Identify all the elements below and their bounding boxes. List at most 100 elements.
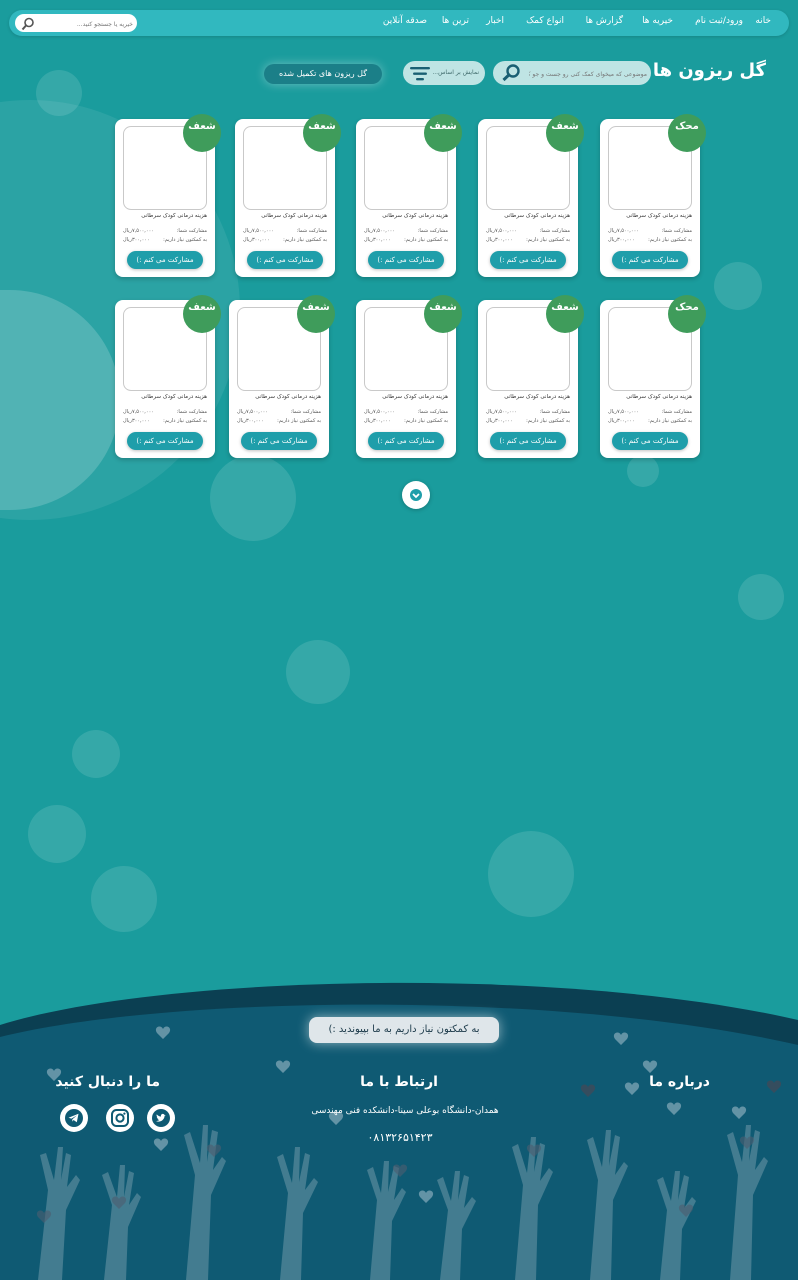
bubble xyxy=(488,831,574,917)
contribution-row: مشارکت شما: ۷,۵۰۰,۰۰۰ریال xyxy=(364,228,448,235)
contribution-value: ۷,۵۰۰,۰۰۰ریال xyxy=(608,409,639,415)
campaign-title: هزینه درمانی کودک سرطانی xyxy=(626,213,692,219)
nav-item-help-types[interactable]: انواع کمک xyxy=(526,16,564,26)
donate-button[interactable]: مشارکت می کنم :) xyxy=(127,251,203,269)
nav-item-reports[interactable]: گزارش ها xyxy=(586,16,623,26)
main-search[interactable] xyxy=(493,61,651,85)
bubble xyxy=(28,805,86,863)
contribution-row: مشارکت شما: ۷,۵۰۰,۰۰۰ریال xyxy=(237,409,321,416)
nav-item-home[interactable]: خانه xyxy=(755,16,771,26)
search-icon[interactable] xyxy=(501,64,521,86)
contribution-value: ۷,۵۰۰,۰۰۰ریال xyxy=(243,228,274,234)
needed-value: ۳۰۰,۰۰۰ریال xyxy=(243,237,270,243)
needed-row: به کمکتون نیاز داریم: ۳۰۰,۰۰۰ریال xyxy=(608,418,692,425)
donate-button[interactable]: مشارکت می کنم :) xyxy=(490,251,566,269)
contribution-value: ۷,۵۰۰,۰۰۰ریال xyxy=(237,409,268,415)
nav-item-login[interactable]: ورود/ثبت نام xyxy=(695,16,743,26)
needed-row: به کمکتون نیاز داریم: ۳۰۰,۰۰۰ریال xyxy=(486,237,570,244)
campaign-card: شعف هزینه درمانی کودک سرطانی مشارکت شما:… xyxy=(356,114,462,277)
needed-label: به کمکتون نیاز داریم: xyxy=(277,418,321,424)
contribution-label: مشارکت شما: xyxy=(176,228,207,234)
contribution-row: مشارکت شما: ۷,۵۰۰,۰۰۰ریال xyxy=(243,228,327,235)
donate-button[interactable]: مشارکت می کنم :) xyxy=(127,432,203,450)
campaign-card: محک هزینه درمانی کودک سرطانی مشارکت شما:… xyxy=(600,114,706,277)
charity-badge: شعف xyxy=(546,114,584,152)
needed-value: ۳۰۰,۰۰۰ریال xyxy=(364,418,391,424)
contribution-row: مشارکت شما: ۷,۵۰۰,۰۰۰ریال xyxy=(608,228,692,235)
sort-filter-button[interactable]: نمایش بر اساس... xyxy=(403,61,485,85)
contact-title: ارتباط با ما xyxy=(360,1074,438,1090)
donate-button[interactable]: مشارکت می کنم :) xyxy=(368,251,444,269)
donate-button[interactable]: مشارکت می کنم :) xyxy=(612,251,688,269)
charity-badge: شعف xyxy=(183,114,221,152)
campaign-card: شعف هزینه درمانی کودک سرطانی مشارکت شما:… xyxy=(235,114,341,277)
bubble xyxy=(738,574,784,620)
chevron-down-icon xyxy=(410,489,422,501)
contribution-value: ۷,۵۰۰,۰۰۰ریال xyxy=(608,228,639,234)
campaign-title: هزینه درمانی کودک سرطانی xyxy=(626,394,692,400)
needed-value: ۳۰۰,۰۰۰ریال xyxy=(608,237,635,243)
completed-campaigns-button[interactable]: گل ریزون های تکمیل شده xyxy=(264,64,382,84)
needed-label: به کمکتون نیاز داریم: xyxy=(404,418,448,424)
contribution-label: مشارکت شما: xyxy=(661,409,692,415)
contribution-row: مشارکت شما: ۷,۵۰۰,۰۰۰ریال xyxy=(364,409,448,416)
filter-icon xyxy=(410,66,430,85)
bubble xyxy=(36,70,82,116)
campaign-title: هزینه درمانی کودک سرطانی xyxy=(141,213,207,219)
needed-label: به کمکتون نیاز داریم: xyxy=(526,418,570,424)
nav-item-top[interactable]: ترین ها xyxy=(442,16,469,26)
needed-value: ۳۰۰,۰۰۰ریال xyxy=(123,237,150,243)
phone-number: ۰۸۱۳۲۶۵۱۴۲۳ xyxy=(367,1131,433,1144)
donate-button[interactable]: مشارکت می کنم :) xyxy=(247,251,323,269)
bubble xyxy=(72,730,120,778)
contribution-value: ۷,۵۰۰,۰۰۰ریال xyxy=(364,409,395,415)
telegram-icon[interactable] xyxy=(60,1104,88,1132)
bubble xyxy=(91,866,157,932)
donate-button[interactable]: مشارکت می کنم :) xyxy=(612,432,688,450)
contribution-label: مشارکت شما: xyxy=(661,228,692,234)
campaign-title: هزینه درمانی کودک سرطانی xyxy=(141,394,207,400)
contribution-row: مشارکت شما: ۷,۵۰۰,۰۰۰ریال xyxy=(123,228,207,235)
donate-button[interactable]: مشارکت می کنم :) xyxy=(241,432,317,450)
load-more-button[interactable] xyxy=(402,481,430,509)
main-search-input[interactable] xyxy=(527,66,649,82)
contribution-value: ۷,۵۰۰,۰۰۰ریال xyxy=(486,228,517,234)
bubble xyxy=(714,262,762,310)
top-nav: خانه ورود/ثبت نام خیریه ها گزارش ها انوا… xyxy=(9,10,789,36)
donate-button[interactable]: مشارکت می کنم :) xyxy=(490,432,566,450)
charity-badge: شعف xyxy=(424,114,462,152)
nav-item-news[interactable]: اخبار xyxy=(486,16,504,26)
search-icon[interactable] xyxy=(21,16,35,35)
needed-row: به کمکتون نیاز داریم: ۳۰۰,۰۰۰ریال xyxy=(243,237,327,244)
needed-value: ۳۰۰,۰۰۰ریال xyxy=(486,237,513,243)
campaign-card: شعف هزینه درمانی کودک سرطانی مشارکت شما:… xyxy=(478,114,584,277)
charity-badge: محک xyxy=(668,114,706,152)
needed-label: به کمکتون نیاز داریم: xyxy=(283,237,327,243)
charity-badge: محک xyxy=(668,295,706,333)
needed-label: به کمکتون نیاز داریم: xyxy=(163,418,207,424)
join-us-button[interactable]: به کمکتون نیاز داریم به ما بپیوندید :) xyxy=(309,1017,499,1043)
needed-label: به کمکتون نیاز داریم: xyxy=(648,418,692,424)
contribution-label: مشارکت شما: xyxy=(539,228,570,234)
nav-search[interactable] xyxy=(15,14,137,32)
nav-search-input[interactable] xyxy=(37,16,135,32)
page-title: گل ریزون ها xyxy=(652,60,766,81)
nav-item-online-charity[interactable]: صدقه آنلاین xyxy=(383,16,427,26)
donate-button[interactable]: مشارکت می کنم :) xyxy=(368,432,444,450)
campaign-title: هزینه درمانی کودک سرطانی xyxy=(504,213,570,219)
contribution-value: ۷,۵۰۰,۰۰۰ریال xyxy=(486,409,517,415)
instagram-icon[interactable] xyxy=(106,1104,134,1132)
needed-row: به کمکتون نیاز داریم: ۳۰۰,۰۰۰ریال xyxy=(486,418,570,425)
charity-badge: شعف xyxy=(303,114,341,152)
campaign-title: هزینه درمانی کودک سرطانی xyxy=(261,213,327,219)
needed-value: ۳۰۰,۰۰۰ریال xyxy=(486,418,513,424)
twitter-icon[interactable] xyxy=(147,1104,175,1132)
needed-label: به کمکتون نیاز داریم: xyxy=(163,237,207,243)
nav-item-charities[interactable]: خیریه ها xyxy=(642,16,673,26)
contribution-value: ۷,۵۰۰,۰۰۰ریال xyxy=(123,228,154,234)
contribution-label: مشارکت شما: xyxy=(539,409,570,415)
bubble xyxy=(210,455,296,541)
contribution-label: مشارکت شما: xyxy=(176,409,207,415)
contribution-label: مشارکت شما: xyxy=(417,228,448,234)
charity-badge: شعف xyxy=(424,295,462,333)
